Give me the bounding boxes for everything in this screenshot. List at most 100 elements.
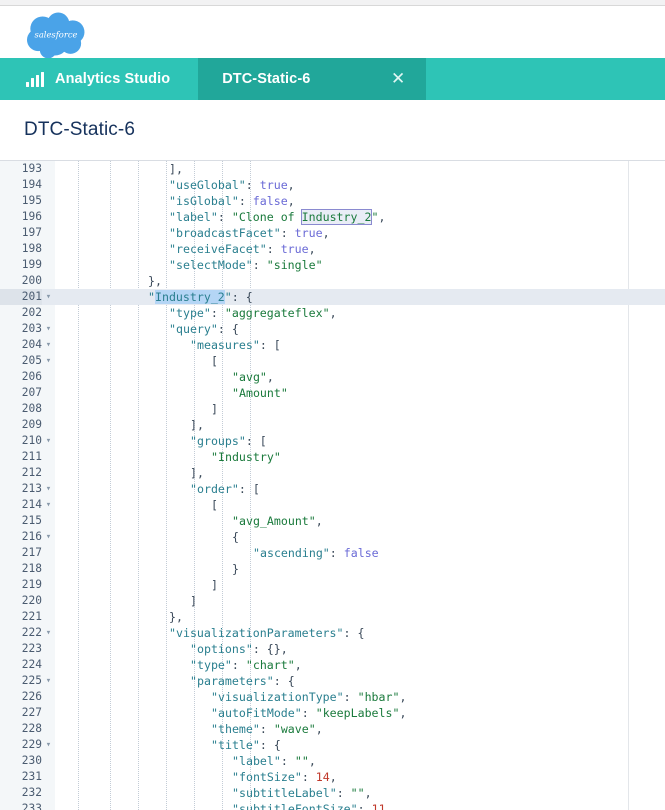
code-line[interactable]: 228 "theme": "wave", xyxy=(0,721,665,737)
code-text: ], xyxy=(190,465,204,481)
fold-arrow-icon[interactable]: ▾ xyxy=(44,321,53,337)
fold-arrow-icon[interactable]: ▾ xyxy=(44,353,53,369)
code-line[interactable]: 207 "Amount" xyxy=(0,385,665,401)
code-token: , xyxy=(315,514,323,528)
fold-arrow-icon[interactable]: ▾ xyxy=(44,529,53,545)
code-line[interactable]: 214 ▾ [ xyxy=(0,497,665,513)
code-token: : [ xyxy=(238,482,260,496)
code-line[interactable]: 193], xyxy=(0,161,665,177)
code-text: "type": "aggregateflex", xyxy=(169,305,337,321)
code-text: "ascending": false xyxy=(253,545,379,561)
line-number: 215 xyxy=(21,514,42,527)
code-line[interactable]: 217 "ascending": false xyxy=(0,545,665,561)
fold-arrow-icon[interactable]: ▾ xyxy=(44,737,53,753)
tab-analytics-studio-label: Analytics Studio xyxy=(55,71,171,87)
code-line[interactable]: 208] xyxy=(0,401,665,417)
fold-arrow-icon[interactable]: ▾ xyxy=(44,433,53,449)
code-token: , xyxy=(329,306,337,320)
code-line[interactable]: 198 "receiveFacet": true, xyxy=(0,241,665,257)
line-number: 225 xyxy=(21,674,42,687)
code-token: [ xyxy=(211,354,218,368)
code-text: ] xyxy=(211,401,218,417)
code-token: "Amount" xyxy=(232,386,288,400)
line-number: 221 xyxy=(21,610,42,623)
code-text: "groups": [ xyxy=(190,433,267,449)
line-number: 211 xyxy=(21,450,42,463)
code-token: , xyxy=(364,786,372,800)
code-token: "broadcastFacet" xyxy=(169,226,281,240)
code-line[interactable]: 197 "broadcastFacet": true, xyxy=(0,225,665,241)
close-icon[interactable]: ✕ xyxy=(370,58,426,100)
code-line[interactable]: 204 ▾ "measures": [ xyxy=(0,337,665,353)
code-token: "type" xyxy=(190,658,232,672)
code-line[interactable]: 201 ▾ "Industry_2": { xyxy=(0,289,665,305)
line-number: 228 xyxy=(21,722,42,735)
code-token: "measures" xyxy=(190,338,260,352)
code-line[interactable]: 231 "fontSize": 14, xyxy=(0,769,665,785)
code-line[interactable]: 211 "Industry" xyxy=(0,449,665,465)
tab-dtc-static-6[interactable]: DTC-Static-6 ✕ xyxy=(198,58,427,100)
line-number: 204 xyxy=(21,338,42,351)
code-token: "wave" xyxy=(273,722,316,736)
fold-arrow-icon[interactable]: ▾ xyxy=(44,673,53,689)
code-line[interactable]: 213 ▾ "order": [ xyxy=(0,481,665,497)
code-line[interactable]: 218} xyxy=(0,561,665,577)
salesforce-cloud-logo[interactable]: salesforce xyxy=(22,12,90,60)
fold-arrow-icon[interactable]: ▾ xyxy=(44,289,53,305)
code-text: "avg_Amount", xyxy=(232,513,323,529)
code-token: ] xyxy=(211,402,218,416)
code-line[interactable]: 226 "visualizationType": "hbar", xyxy=(0,689,665,705)
code-token: "Clone of xyxy=(231,210,302,224)
code-token: "single" xyxy=(266,258,323,272)
code-line[interactable]: 196 "label": "Clone of Industry_2", xyxy=(0,209,665,225)
code-line[interactable]: 220] xyxy=(0,593,665,609)
code-text: "selectMode": "single" xyxy=(169,257,323,273)
code-text: "fontSize": 14, xyxy=(232,769,337,785)
code-line[interactable]: 194 "useGlobal": true, xyxy=(0,177,665,193)
fold-arrow-icon[interactable]: ▾ xyxy=(44,625,53,641)
code-line[interactable]: 219] xyxy=(0,577,665,593)
json-code-editor[interactable]: 193], 194 "useGlobal": true, 195 "isGlobal":… xyxy=(0,160,665,810)
code-line[interactable]: 227 "autoFitMode": "keepLabels", xyxy=(0,705,665,721)
fold-arrow-icon[interactable]: ▾ xyxy=(44,337,53,353)
code-token: , xyxy=(399,690,407,704)
code-token: : xyxy=(301,770,316,784)
code-text: "order": [ xyxy=(190,481,260,497)
code-text: [ xyxy=(211,497,218,513)
code-line[interactable]: 203 ▾ "query": { xyxy=(0,321,665,337)
editor-code-area[interactable]: 193], 194 "useGlobal": true, 195 "isGlobal":… xyxy=(0,161,665,810)
code-line[interactable]: 232 "subtitleLabel": "", xyxy=(0,785,665,801)
code-line[interactable]: 210 ▾ "groups": [ xyxy=(0,433,665,449)
code-line[interactable]: 225 ▾ "parameters": { xyxy=(0,673,665,689)
code-line[interactable]: 200}, xyxy=(0,273,665,289)
code-text: ], xyxy=(190,417,204,433)
code-line[interactable]: 223 "options": {}, xyxy=(0,641,665,657)
line-number: 198 xyxy=(21,242,42,255)
code-line[interactable]: 206 "avg", xyxy=(0,369,665,385)
fold-arrow-icon[interactable]: ▾ xyxy=(44,481,53,497)
fold-arrow-icon[interactable]: ▾ xyxy=(44,497,53,513)
code-text: "title": { xyxy=(211,737,281,753)
code-line[interactable]: 224 "type": "chart", xyxy=(0,657,665,673)
code-line[interactable]: 229 ▾ "title": { xyxy=(0,737,665,753)
code-line[interactable]: 230 "label": "", xyxy=(0,753,665,769)
code-text: "Industry" xyxy=(211,449,281,465)
code-line[interactable]: 202 "type": "aggregateflex", xyxy=(0,305,665,321)
code-line[interactable]: 215 "avg_Amount", xyxy=(0,513,665,529)
tab-analytics-studio[interactable]: Analytics Studio xyxy=(0,58,198,100)
code-line[interactable]: 212], xyxy=(0,465,665,481)
code-text: } xyxy=(232,561,239,577)
code-line[interactable]: 216 ▾ { xyxy=(0,529,665,545)
code-line[interactable]: 195 "isGlobal": false, xyxy=(0,193,665,209)
code-line[interactable]: 209], xyxy=(0,417,665,433)
code-token: "" xyxy=(350,786,365,800)
code-token: : xyxy=(217,210,232,224)
code-line[interactable]: 221}, xyxy=(0,609,665,625)
app-tab-bar: Analytics Studio DTC-Static-6 ✕ xyxy=(0,58,665,100)
code-line[interactable]: 222 ▾ "visualizationParameters": { xyxy=(0,625,665,641)
code-line[interactable]: 205 ▾ [ xyxy=(0,353,665,369)
code-token: "type" xyxy=(169,306,211,320)
code-line[interactable]: 199 "selectMode": "single" xyxy=(0,257,665,273)
code-token: ], xyxy=(190,466,204,480)
code-token: , xyxy=(322,226,330,240)
